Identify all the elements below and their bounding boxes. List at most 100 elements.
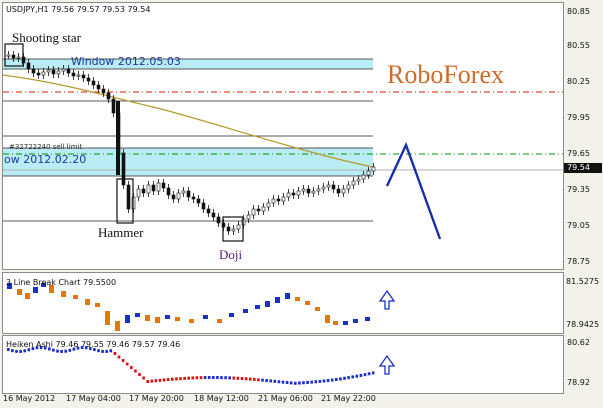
heiken-ashi-bar xyxy=(130,366,133,369)
candle-body xyxy=(301,188,306,192)
heiken-ashi-bar xyxy=(166,378,170,382)
heiken-ashi-bar xyxy=(244,377,248,381)
candle-body xyxy=(321,186,326,190)
candle-body xyxy=(356,178,361,182)
line-break-block xyxy=(203,315,208,319)
candle-body xyxy=(66,68,71,74)
line-break-block xyxy=(353,319,358,323)
candle-body xyxy=(121,152,126,186)
price-tick: 80.25 xyxy=(567,77,590,86)
time-tick: 18 May 12:00 xyxy=(194,394,249,403)
price-tick: 79.05 xyxy=(567,221,590,230)
candle-body xyxy=(76,74,81,77)
candle-body xyxy=(191,196,196,200)
shooting-star-label: Shooting star xyxy=(12,30,81,45)
heiken-ashi-bar xyxy=(298,381,301,385)
line-break-pane[interactable]: 3 Line Break Chart 79.5500 xyxy=(2,272,564,334)
price-chart-canvas xyxy=(3,43,563,242)
heiken-ashi-pane[interactable]: Heiken Ashi 79.46 79.55 79.46 79.57 79.4… xyxy=(2,335,564,394)
window-bottom-label: ow 2012.02.20 xyxy=(4,153,87,166)
heiken-ashi-bar xyxy=(371,371,375,375)
line-break-block xyxy=(25,293,30,299)
heiken-ashi-bar xyxy=(302,381,305,385)
price-chart-pane[interactable]: USDJPY,H1 79.56 79.57 79.53 79.54 Shooti… xyxy=(2,2,564,270)
candle-body xyxy=(186,190,191,198)
heiken-ashi-bar xyxy=(101,349,104,353)
heiken-ashi-bar xyxy=(109,349,113,353)
candle-body xyxy=(116,101,120,175)
heiken-ashi-bar xyxy=(142,376,145,380)
heiken-ashi-bar xyxy=(15,349,18,353)
heiken-ashi-bar xyxy=(248,377,252,381)
candle-body xyxy=(31,68,36,74)
line-break-block xyxy=(73,295,78,299)
heiken-ashi-bar xyxy=(138,373,141,376)
heiken-ashi-bar xyxy=(60,349,63,353)
candle-body xyxy=(261,206,266,212)
heiken-ashi-bar xyxy=(330,378,334,382)
candle-body xyxy=(151,184,156,192)
heiken-ashi-bar xyxy=(171,377,174,381)
line-break-block xyxy=(295,297,300,301)
heiken-ashi-bar xyxy=(355,374,359,378)
current-price-label: 79.54 xyxy=(567,163,590,172)
heiken-ashi-bar xyxy=(199,376,203,380)
candle-body xyxy=(81,74,86,79)
line-break-block xyxy=(315,307,320,311)
heiken-ashi-bar xyxy=(150,379,154,383)
candle-body xyxy=(201,202,206,210)
heiken-ashi-bar xyxy=(367,372,371,376)
heiken-ashi-bar xyxy=(187,376,190,380)
line-break-axis: 81.5275 78.9425 xyxy=(564,272,603,334)
line-break-block xyxy=(343,321,348,325)
heiken-ashi-bar xyxy=(56,349,59,353)
time-tick: 21 May 06:00 xyxy=(258,394,313,403)
candle-body xyxy=(291,192,296,196)
heiken-ashi-bar xyxy=(212,376,215,380)
heiken-ashi-axis-min: 78.92 xyxy=(567,378,590,387)
candle-body xyxy=(46,69,51,73)
candle-body xyxy=(71,72,76,77)
heiken-ashi-bar xyxy=(179,377,182,381)
doji-label: Doji xyxy=(219,247,243,262)
heiken-ashi-bar xyxy=(207,376,211,380)
candle-body xyxy=(331,184,336,190)
heiken-ashi-bar xyxy=(117,355,121,359)
candle-body xyxy=(271,198,276,204)
line-break-axis-min: 78.9425 xyxy=(566,320,600,329)
heiken-ashi-bar xyxy=(335,377,338,381)
heiken-ashi-bar xyxy=(269,379,272,383)
candle-body xyxy=(101,88,106,94)
candle-body xyxy=(56,70,61,75)
candle-body xyxy=(326,184,331,188)
line-break-block xyxy=(155,317,160,323)
heiken-ashi-bar xyxy=(125,362,129,366)
heiken-ashi-title: Heiken Ashi 79.46 79.55 79.46 79.57 79.4… xyxy=(6,340,181,349)
line-break-block xyxy=(33,287,38,293)
line-break-axis-max: 81.5275 xyxy=(566,277,600,286)
line-break-block xyxy=(305,301,310,305)
time-tick: 17 May 20:00 xyxy=(129,394,184,403)
heiken-ashi-bar xyxy=(23,349,26,353)
heiken-ashi-bar xyxy=(347,376,350,380)
candle-body xyxy=(236,224,241,230)
line-break-block xyxy=(115,321,120,331)
line-break-block xyxy=(365,317,370,321)
heiken-ashi-bar xyxy=(314,380,318,384)
candle-body xyxy=(166,187,171,196)
time-tick: 21 May 22:00 xyxy=(321,394,376,403)
candle-body xyxy=(61,68,66,72)
candle-body xyxy=(276,198,281,202)
heiken-ashi-bar xyxy=(339,377,342,381)
candle-body xyxy=(51,69,56,75)
heiken-ashi-bar xyxy=(294,381,297,385)
heiken-ashi-bar xyxy=(220,376,223,380)
line-break-block xyxy=(125,315,130,323)
line-break-block xyxy=(217,319,222,323)
heiken-ashi-bar xyxy=(224,376,227,380)
line-break-block xyxy=(105,311,110,325)
heiken-ashi-bar xyxy=(240,377,244,381)
heiken-ashi-bar xyxy=(228,376,231,380)
candle-body xyxy=(341,188,346,194)
candle-body xyxy=(111,98,116,114)
